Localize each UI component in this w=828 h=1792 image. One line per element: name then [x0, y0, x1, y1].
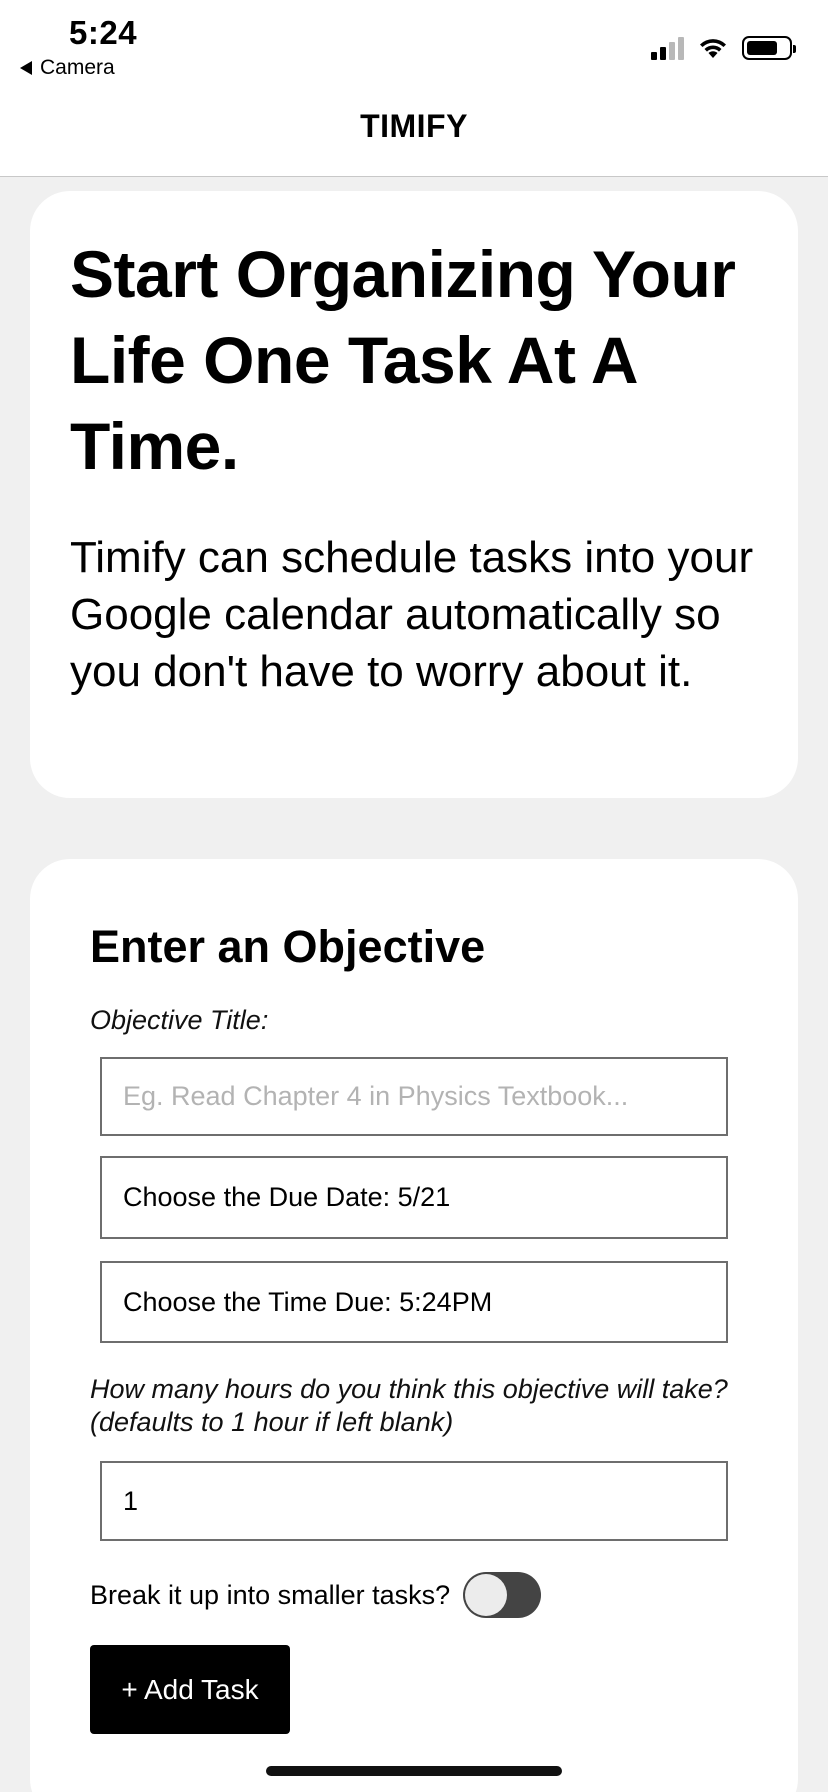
objective-title-placeholder: Eg. Read Chapter 4 in Physics Textbook..…	[123, 1081, 629, 1111]
toggle-knob	[465, 1574, 508, 1616]
back-triangle-icon	[20, 61, 32, 75]
battery-icon	[742, 36, 796, 60]
due-date-picker[interactable]: Choose the Due Date: 5/21	[100, 1156, 728, 1239]
home-indicator	[266, 1766, 562, 1776]
wifi-icon	[700, 39, 726, 58]
nav-header: TIMIFY	[0, 84, 828, 177]
status-time: 5:24	[69, 14, 138, 51]
form-title: Enter an Objective	[90, 921, 486, 972]
break-up-toggle[interactable]	[463, 1572, 542, 1618]
time-due-picker[interactable]: Choose the Time Due: 5:24PM	[100, 1261, 728, 1343]
time-due-value: Choose the Time Due: 5:24PM	[123, 1286, 493, 1317]
hours-label: How many hours do you think this objecti…	[90, 1374, 728, 1437]
hours-value: 1	[123, 1485, 139, 1516]
back-to-camera-link[interactable]: Camera	[20, 56, 115, 80]
objective-title-input[interactable]: Eg. Read Chapter 4 in Physics Textbook..…	[100, 1057, 728, 1136]
hours-input[interactable]: 1	[100, 1461, 728, 1541]
app-title: TIMIFY	[360, 107, 468, 144]
due-date-value: Choose the Due Date: 5/21	[123, 1182, 451, 1212]
hero-subtitle: Timify can schedule tasks into your Goog…	[70, 533, 754, 696]
status-bar: 5:24 Camera	[0, 0, 828, 84]
break-up-label: Break it up into smaller tasks?	[90, 1579, 451, 1610]
status-icons	[651, 36, 796, 60]
add-task-button[interactable]: + Add Task	[90, 1645, 290, 1734]
break-up-row: Break it up into smaller tasks?	[90, 1572, 542, 1618]
objective-form-card: Enter an Objective Objective Title: Eg. …	[30, 859, 798, 1792]
cellular-signal-icon	[651, 36, 684, 60]
hero-title: Start Organizing Your Life One Task At A…	[70, 237, 736, 483]
hero-card: Start Organizing Your Life One Task At A…	[30, 191, 798, 798]
objective-title-label: Objective Title:	[90, 1005, 269, 1035]
back-label: Camera	[40, 56, 115, 79]
